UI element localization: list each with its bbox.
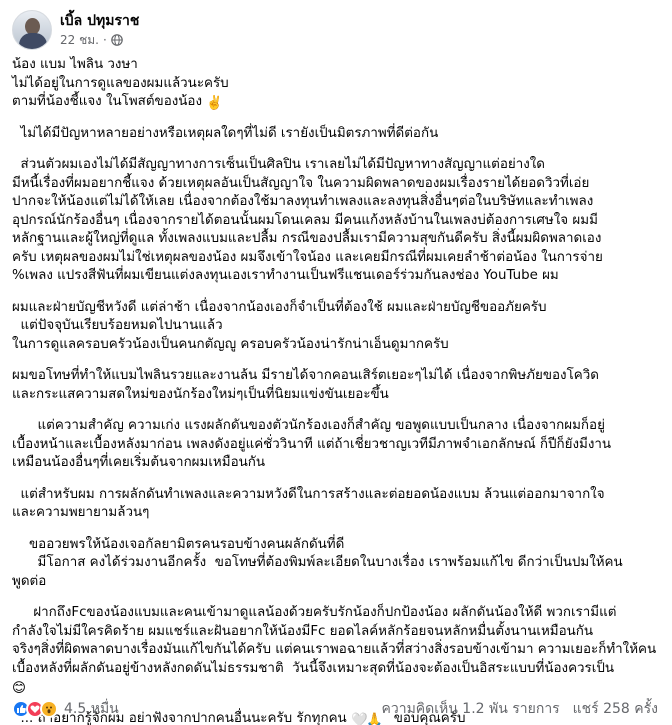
peace-emoji-icon: ✌️ [206, 96, 223, 111]
comments-count-link[interactable]: ความคิดเห็น 1.2 พัน รายการ [381, 698, 559, 720]
post-paragraph: แต่สำหรับผม การผลักดันทำเพลงและความหวังด… [12, 486, 605, 521]
post-paragraph: ผมขอโทษที่ทำให้แบมไพลินรวยและงานล้น มีรา… [12, 368, 599, 402]
shares-count-link[interactable]: แชร์ 258 ครั้ง [573, 698, 658, 720]
post-footer: 4.5 หมื่น ความคิดเห็น 1.2 พัน รายการ แชร… [12, 697, 658, 721]
time-separator: · [102, 33, 107, 47]
author-name[interactable]: เบิ้ล ปทุมราช [60, 12, 139, 30]
paragraph-text: ฝากถึงFcของน้องแบมและคนเข้ามาดูแลน้องด้ว… [12, 605, 657, 676]
time-row: 22 ชม. · [60, 32, 139, 48]
post-paragraph: ผมและฝ่ายบัญชีหวังดี แต่ล่าช้า เนื่องจาก… [12, 299, 547, 352]
post-time[interactable]: 22 ชม. [60, 32, 99, 48]
post-paragraph: ฝากถึงFcของน้องแบมและคนเข้ามาดูแลน้องด้ว… [12, 604, 658, 697]
post-paragraph: น้อง แบม ไพลิน วงษา ไม่ได้อยู่ในการดูแลข… [12, 56, 658, 112]
paragraph-text: น้อง แบม ไพลิน วงษา ไม่ได้อยู่ในการดูแลข… [12, 57, 229, 109]
reaction-summary[interactable]: 4.5 หมื่น [12, 698, 119, 720]
post-meta: เบิ้ล ปทุมราช 22 ชม. · [60, 12, 139, 48]
post-paragraph: ส่วนตัวผมเองไม่ได้มีสัญญาทางการเซ็นเป็นศ… [12, 157, 603, 283]
wow-reaction-icon [40, 700, 58, 718]
post-paragraph: ขออวยพรให้น้องเจอกัลยามิตรคนรอบข้างคนผลั… [12, 536, 623, 589]
post-paragraph: แต่ความสำคัญ ความเก่ง แรงผลักดันของตัวนั… [12, 418, 612, 470]
facebook-post: เบิ้ล ปทุมราช 22 ชม. · น้อง แบม ไพลิน วง… [0, 0, 672, 725]
smile-emoji-icon: 😊 [12, 681, 26, 696]
globe-icon[interactable] [110, 34, 123, 46]
post-stats: ความคิดเห็น 1.2 พัน รายการ แชร์ 258 ครั้… [381, 698, 658, 720]
author-avatar[interactable] [12, 10, 52, 50]
post-body: น้อง แบม ไพลิน วงษา ไม่ได้อยู่ในการดูแลข… [12, 56, 658, 725]
post-paragraph: ไม่ได้มีปัญหาหลายอย่างหรือเหตุผลใดๆที่ไม… [12, 125, 439, 141]
post-header: เบิ้ล ปทุมราช 22 ชม. · [12, 8, 139, 52]
avatar-body [19, 33, 47, 49]
stats-spacer [562, 701, 571, 717]
reaction-count[interactable]: 4.5 หมื่น [64, 698, 119, 720]
